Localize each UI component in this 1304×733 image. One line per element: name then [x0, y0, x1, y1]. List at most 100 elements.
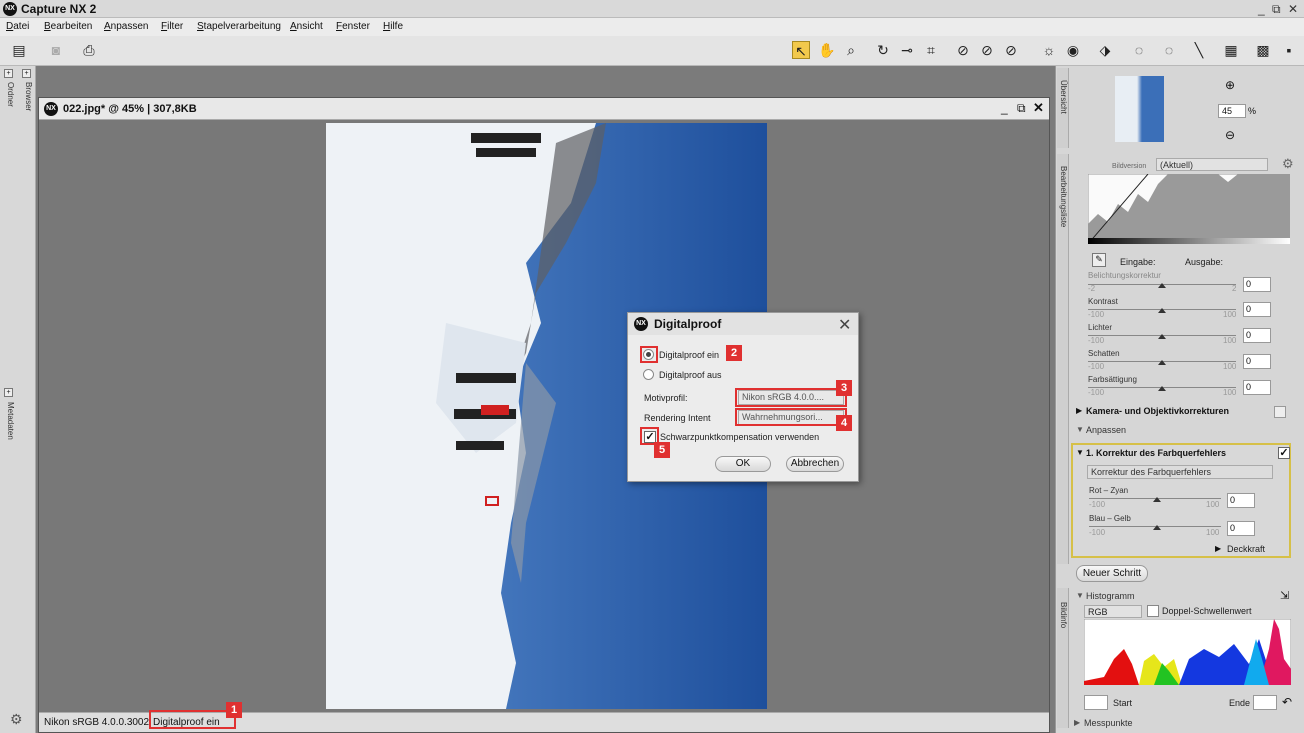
section-checkbox[interactable] [1274, 406, 1286, 418]
close-icon[interactable]: ✕ [838, 315, 851, 335]
step-method-select[interactable]: Korrektur des Farbquerfehlers [1087, 465, 1273, 479]
straighten-icon[interactable]: ⊸ [898, 41, 916, 59]
blau-gelb-input[interactable]: 0 [1227, 521, 1255, 536]
collapse-arrow-icon[interactable]: ▼ [1076, 591, 1084, 600]
crop-icon[interactable]: ⌗ [922, 41, 940, 59]
blau-gelb-slider[interactable] [1153, 525, 1161, 530]
expand-icon[interactable]: + [22, 69, 31, 78]
ende-input[interactable] [1253, 695, 1277, 710]
gradient-bar [1088, 238, 1290, 244]
expand-arrow-icon[interactable]: ▶ [1076, 406, 1082, 415]
select-arrow-icon[interactable]: ↖ [792, 41, 810, 59]
expand-icon[interactable]: + [4, 388, 13, 397]
brush-icon[interactable]: ╲ [1190, 41, 1208, 59]
lasso-icon[interactable]: ◌ [1160, 41, 1178, 59]
kontrast-input[interactable]: 0 [1243, 302, 1271, 317]
menu-fenster[interactable]: Fenster [336, 21, 370, 32]
menu-datei[interactable]: Datei [6, 21, 29, 32]
tab-bildinfo[interactable]: Bildinfo [1059, 602, 1068, 628]
cancel-button[interactable]: Abbrechen [786, 456, 844, 472]
fill-icon[interactable]: ▩ [1254, 41, 1272, 59]
gradient-icon[interactable]: ▦ [1222, 41, 1240, 59]
anpassen-section[interactable]: Anpassen [1086, 425, 1126, 435]
rot-zyan-max: 100 [1206, 500, 1220, 509]
menu-anpassen[interactable]: Anpassen [104, 21, 148, 32]
rot-zyan-slider[interactable] [1153, 497, 1161, 502]
expand-arrow-icon[interactable]: ▶ [1215, 544, 1221, 553]
menu-stapelverarbeitung[interactable]: Stapelverarbeitung [197, 21, 281, 32]
minimize-icon[interactable]: _ [1001, 101, 1008, 115]
neuer-schritt-button[interactable]: Neuer Schritt [1076, 565, 1148, 582]
white-point-icon[interactable]: ⊘ [1002, 41, 1020, 59]
undo-icon[interactable]: ↶ [1282, 695, 1292, 709]
lichter-input[interactable]: 0 [1243, 328, 1271, 343]
camera-icon[interactable]: ◙ [47, 41, 65, 59]
eyedropper-icon[interactable]: ✎ [1092, 253, 1106, 267]
annotation-badge: 1 [226, 702, 242, 718]
farbsaettigung-slider[interactable] [1158, 386, 1166, 391]
restore-icon[interactable]: ⧉ [1272, 2, 1281, 17]
dialog-title: Digitalproof [654, 317, 722, 331]
expand-arrow-icon[interactable]: ▶ [1074, 718, 1080, 727]
farbsaettigung-input[interactable]: 0 [1243, 380, 1271, 395]
collapse-arrow-icon[interactable]: ▼ [1076, 425, 1084, 434]
toolbar: ▤ ◙ ⎙ ↖ ✋ ⌕ ↻ ⊸ ⌗ ⊘ ⊘ ⊘ ☼ ◉ ⬗ ◌ ◌ ╲ ▦ ▩ … [0, 36, 1304, 66]
belichtung-input[interactable]: 0 [1243, 277, 1271, 292]
export-icon[interactable]: ⇲ [1280, 589, 1289, 602]
curves-graph[interactable] [1088, 174, 1290, 244]
zoom-out-icon[interactable]: ⊖ [1225, 128, 1235, 142]
zoom-input[interactable]: 45 [1218, 104, 1246, 118]
histogram-channel-select[interactable]: RGB [1084, 605, 1142, 618]
start-input[interactable] [1084, 695, 1108, 710]
kamera-section[interactable]: Kamera- und Objektivkorrekturen [1086, 406, 1229, 416]
schatten-slider[interactable] [1158, 360, 1166, 365]
close-icon[interactable]: ✕ [1288, 2, 1298, 16]
belichtung-slider[interactable] [1158, 283, 1166, 288]
black-point-icon[interactable]: ⊘ [954, 41, 972, 59]
kontrast-slider[interactable] [1158, 308, 1166, 313]
tab-bearbeitungsliste[interactable]: Bearbeitungsliste [1059, 166, 1068, 227]
radio-proof-off[interactable] [643, 369, 654, 380]
tab-metadaten[interactable]: Metadaten [6, 402, 15, 440]
rotate-icon[interactable]: ↻ [874, 41, 892, 59]
menu-filter[interactable]: Filter [161, 21, 183, 32]
tag-icon[interactable]: ⬗ [1096, 41, 1114, 59]
zoom-icon[interactable]: ⌕ [842, 41, 860, 59]
gear-icon[interactable]: ⚙ [10, 711, 23, 728]
rot-zyan-input[interactable]: 0 [1227, 493, 1255, 508]
tab-ordner[interactable]: Ordner [6, 82, 15, 107]
zoom-in-icon[interactable]: ⊕ [1225, 78, 1235, 92]
menu-hilfe[interactable]: Hilfe [383, 21, 403, 32]
settings-icon[interactable]: ▪ [1280, 41, 1298, 59]
bildversion-select[interactable]: (Aktuell) [1156, 158, 1268, 171]
ok-button[interactable]: OK [715, 456, 771, 472]
menu-ansicht[interactable]: Ansicht [290, 21, 323, 32]
histogramm-section[interactable]: Histogramm [1086, 591, 1135, 601]
tab-uebersicht[interactable]: Übersicht [1059, 80, 1068, 114]
doppel-checkbox[interactable] [1147, 605, 1159, 617]
deckkraft-label[interactable]: Deckkraft [1227, 544, 1265, 554]
layout-icon[interactable]: ▤ [10, 41, 28, 59]
collapse-arrow-icon[interactable]: ▼ [1076, 448, 1084, 457]
gear-icon[interactable]: ⚙ [1282, 156, 1294, 172]
step-enable-checkbox[interactable]: ✓ [1278, 447, 1290, 459]
schatten-input[interactable]: 0 [1243, 354, 1271, 369]
menu-bearbeiten[interactable]: Bearbeiten [44, 21, 92, 32]
blackpoint-label: Schwarzpunktkompensation verwenden [660, 432, 820, 442]
neutral-point-icon[interactable]: ⊘ [978, 41, 996, 59]
controlpoint-icon[interactable]: ◌ [1130, 41, 1148, 59]
eye-icon[interactable]: ◉ [1064, 41, 1082, 59]
print-icon[interactable]: ⎙ [80, 41, 98, 59]
overview-thumbnail[interactable] [1115, 76, 1164, 142]
close-icon[interactable]: ✕ [1033, 100, 1044, 116]
restore-icon[interactable]: ⧉ [1017, 101, 1026, 116]
farbsaettigung-max: 100 [1223, 388, 1237, 397]
rot-zyan-min: -100 [1089, 500, 1106, 509]
minimize-icon[interactable]: _ [1258, 2, 1265, 16]
redeye-icon[interactable]: ☼ [1040, 41, 1058, 59]
messpunkte-section[interactable]: Messpunkte [1084, 718, 1133, 728]
tab-browser[interactable]: Browser [24, 82, 33, 111]
lichter-slider[interactable] [1158, 334, 1166, 339]
hand-icon[interactable]: ✋ [818, 41, 836, 59]
expand-icon[interactable]: + [4, 69, 13, 78]
